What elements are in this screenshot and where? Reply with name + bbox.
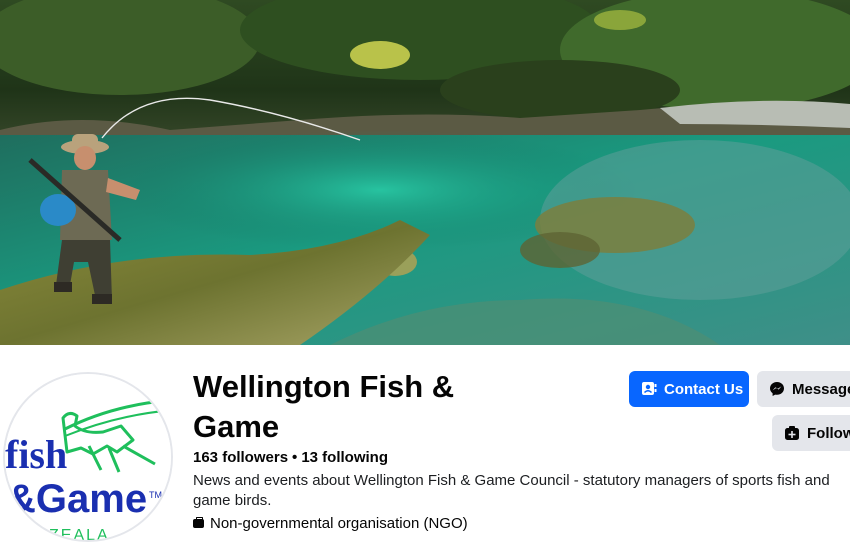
following-link[interactable]: 13 following (301, 449, 388, 466)
followers-link[interactable]: 163 followers (193, 449, 288, 466)
briefcase-icon (193, 517, 204, 528)
fish-and-game-logo: fish &Game TM ZEALA (5, 374, 171, 542)
profile-header: fish &Game TM ZEALA Wellington Fish & Ga… (0, 345, 850, 560)
stats-separator: • (292, 449, 298, 466)
page-title: Wellington Fish & Game (193, 369, 455, 444)
messenger-icon (770, 382, 784, 396)
message-label: Message (792, 380, 850, 398)
logo-text-zealand: ZEALA (49, 527, 110, 542)
logo-text-game: &Game (7, 477, 147, 521)
contact-us-label: Contact Us (664, 380, 744, 398)
logo-text-fish: fish (5, 432, 67, 477)
follow-label: Follow (807, 424, 850, 442)
follow-stats: 163 followers • 13 following (193, 449, 388, 466)
page-description: News and events about Wellington Fish & … (193, 472, 830, 509)
profile-avatar[interactable]: fish &Game TM ZEALA (3, 372, 173, 542)
page-category: Non-governmental organisation (NGO) (193, 515, 468, 532)
follow-button[interactable]: Follow (772, 415, 850, 451)
contact-us-button[interactable]: Contact Us (629, 371, 749, 407)
message-button[interactable]: Message (757, 371, 850, 407)
cover-photo-image (0, 0, 850, 345)
cover-photo[interactable] (0, 0, 850, 345)
follow-plus-icon (785, 426, 799, 440)
page-category-label: Non-governmental organisation (NGO) (210, 515, 468, 532)
contact-card-icon (642, 382, 657, 395)
logo-trademark: TM (149, 490, 162, 500)
